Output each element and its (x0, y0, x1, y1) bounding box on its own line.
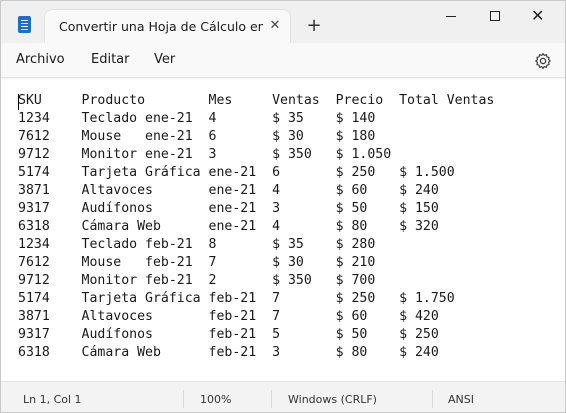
text-line: 9712 Monitor ene-21 3 $ 350 $ 1.050 (18, 147, 392, 162)
text-line: 9317 Audífonos ene-21 3 $ 50 $ 150 (18, 201, 439, 216)
tab-close-icon[interactable]: ✕ (266, 17, 284, 35)
menu-archivo[interactable]: Archivo (16, 52, 65, 67)
text-line: 7612 Mouse feb-21 7 $ 30 $ 210 (18, 255, 376, 270)
minimize-button[interactable] (429, 1, 475, 33)
text-line: 6318 Cámara Web ene-21 4 $ 80 $ 320 (18, 219, 439, 234)
title-bar: Convertir una Hoja de Cálculo en u ✕ + ✕ (1, 1, 565, 43)
status-cursor-position: Ln 1, Col 1 (23, 393, 82, 406)
close-icon: ✕ (531, 6, 545, 25)
text-line: 9712 Monitor feb-21 2 $ 350 $ 700 (18, 273, 376, 288)
status-encoding: ANSI (448, 393, 474, 406)
text-line: 5174 Tarjeta Gráfica feb-21 7 $ 250 $ 1.… (18, 291, 455, 306)
menu-editar[interactable]: Editar (91, 52, 130, 67)
tab-title: Convertir una Hoja de Cálculo en u (59, 19, 263, 34)
status-divider (432, 390, 433, 408)
status-divider (271, 390, 272, 408)
close-button[interactable]: ✕ (519, 1, 565, 33)
notepad-icon (18, 16, 31, 33)
status-zoom: 100% (200, 393, 232, 406)
text-line: SKU Producto Mes Ventas Precio Total Ven… (18, 93, 495, 108)
menu-ver[interactable]: Ver (154, 52, 175, 67)
document-tab[interactable]: Convertir una Hoja de Cálculo en u ✕ (45, 10, 290, 43)
text-line: 1234 Teclado feb-21 8 $ 35 $ 280 (18, 237, 376, 252)
text-line: 3871 Altavoces feb-21 7 $ 60 $ 420 (18, 309, 439, 324)
text-editor[interactable]: SKU Producto Mes Ventas Precio Total Ven… (1, 79, 565, 381)
status-bar: Ln 1, Col 1 100% Windows (CRLF) ANSI (1, 381, 565, 412)
status-divider (183, 390, 184, 408)
status-line-ending: Windows (CRLF) (288, 393, 377, 406)
minimize-icon (446, 16, 456, 17)
menu-bar: Archivo Editar Ver (1, 43, 565, 78)
notepad-window: Convertir una Hoja de Cálculo en u ✕ + ✕… (0, 0, 566, 413)
text-line: 9317 Audífonos feb-21 5 $ 50 $ 250 (18, 327, 439, 342)
text-line: 6318 Cámara Web feb-21 3 $ 80 $ 240 (18, 345, 439, 360)
text-line: 3871 Altavoces ene-21 4 $ 60 $ 240 (18, 183, 439, 198)
maximize-button[interactable] (473, 1, 519, 33)
new-tab-button[interactable]: + (304, 16, 324, 36)
maximize-icon (490, 11, 500, 21)
text-line: 7612 Mouse ene-21 6 $ 30 $ 180 (18, 129, 376, 144)
text-line: 5174 Tarjeta Gráfica ene-21 6 $ 250 $ 1.… (18, 165, 455, 180)
gear-icon[interactable] (534, 52, 552, 70)
text-line: 1234 Teclado ene-21 4 $ 35 $ 140 (18, 111, 376, 126)
